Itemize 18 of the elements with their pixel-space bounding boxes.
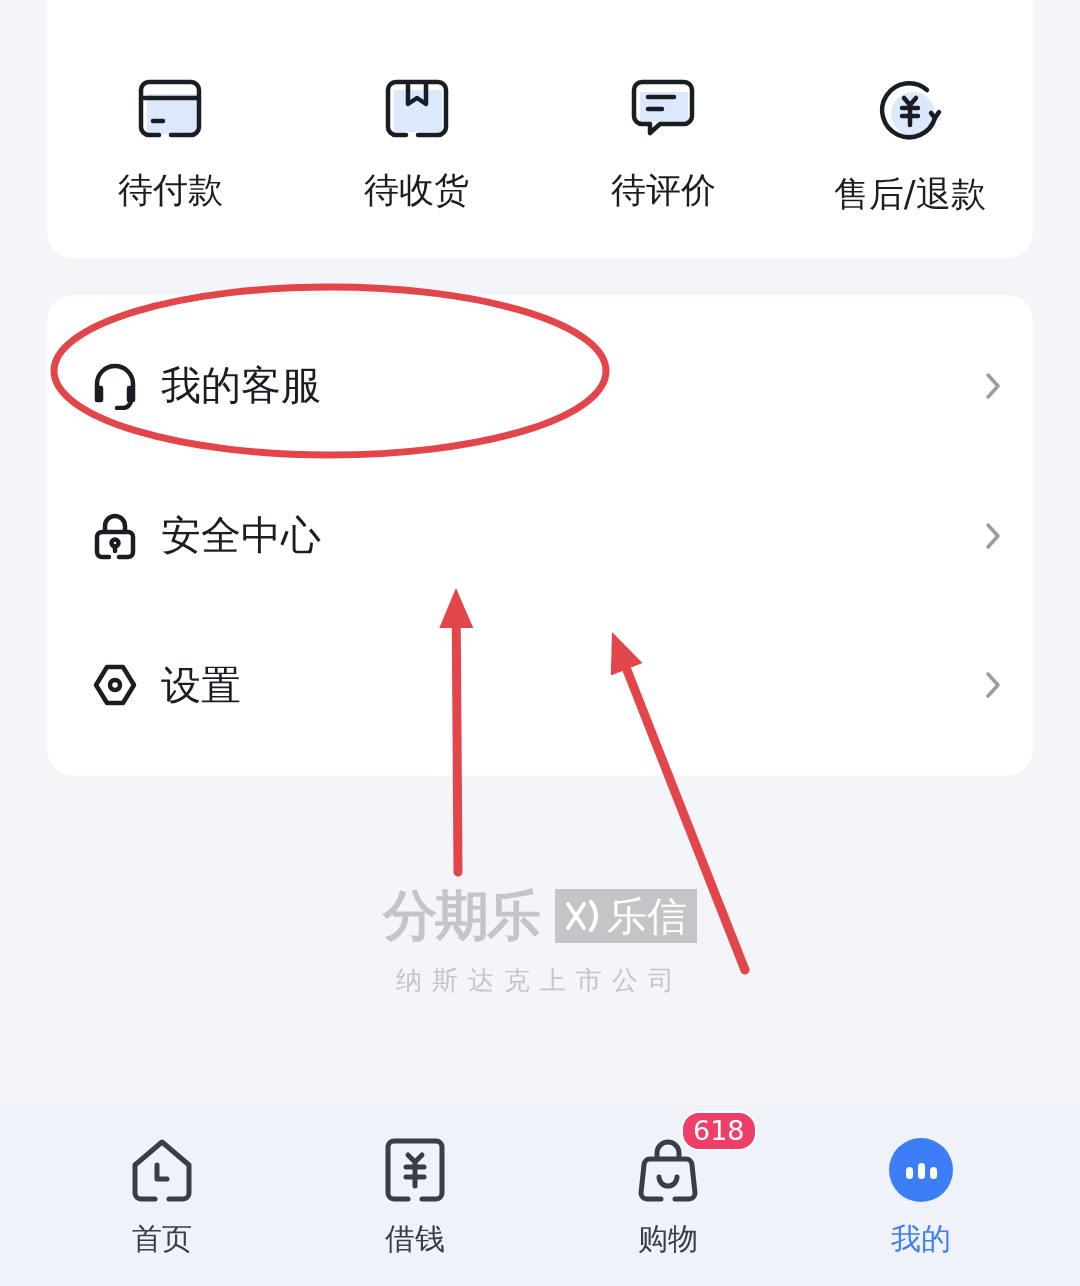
- order-shortcut[interactable]: 待评价: [540, 78, 787, 258]
- count-badge: 618: [681, 1111, 757, 1151]
- menu-item[interactable]: 我的客服: [47, 311, 1033, 461]
- tab[interactable]: 借钱: [315, 1105, 515, 1286]
- tab[interactable]: 首页: [62, 1105, 262, 1286]
- chevron-icon: [985, 671, 1001, 700]
- order-shortcut[interactable]: 待付款: [47, 78, 294, 258]
- tab[interactable]: 618 购物: [568, 1105, 768, 1286]
- partner-name: 乐信: [607, 893, 687, 939]
- card-icon: [137, 78, 204, 140]
- order-shortcut[interactable]: 售后/退款: [786, 78, 1033, 258]
- profile-icon: [888, 1137, 954, 1203]
- menu-item[interactable]: 安全中心: [47, 460, 1033, 611]
- chevron-icon: [985, 371, 1001, 400]
- menu-item[interactable]: 设置: [47, 610, 1033, 760]
- order-shortcut[interactable]: 待收货: [293, 78, 540, 258]
- chevron-icon: [985, 521, 1001, 550]
- box-icon: [383, 78, 450, 140]
